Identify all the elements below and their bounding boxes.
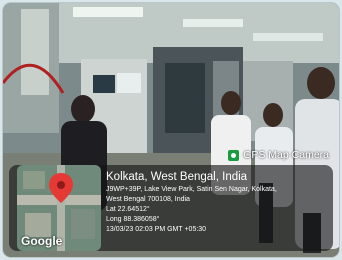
gps-camera-badge: GPS Map Camera bbox=[228, 149, 329, 161]
gps-camera-label: GPS Map Camera bbox=[243, 149, 329, 161]
map-thumbnail: Google bbox=[17, 165, 101, 251]
latitude: Lat 22.64512° bbox=[106, 206, 150, 213]
camera-icon bbox=[228, 149, 240, 161]
geotag-overlay: Google Kolkata, West Bengal, India J9WP+… bbox=[9, 165, 333, 251]
longitude: Long 88.386058° bbox=[106, 216, 160, 223]
geotag-details: Kolkata, West Bengal, India J9WP+39P, La… bbox=[106, 171, 327, 235]
timestamp: 13/03/23 02:03 PM GMT +05:30 bbox=[106, 226, 207, 233]
photo-frame: GPS Map Camera Google Kolkata, West Beng… bbox=[3, 3, 339, 257]
address-line-2: West Bengal 700108, India bbox=[106, 196, 190, 203]
address-line-1: J9WP+39P, Lake View Park, Satin Sen Naga… bbox=[106, 186, 277, 193]
google-logo: Google bbox=[21, 234, 63, 248]
location-title: Kolkata, West Bengal, India bbox=[106, 171, 248, 183]
